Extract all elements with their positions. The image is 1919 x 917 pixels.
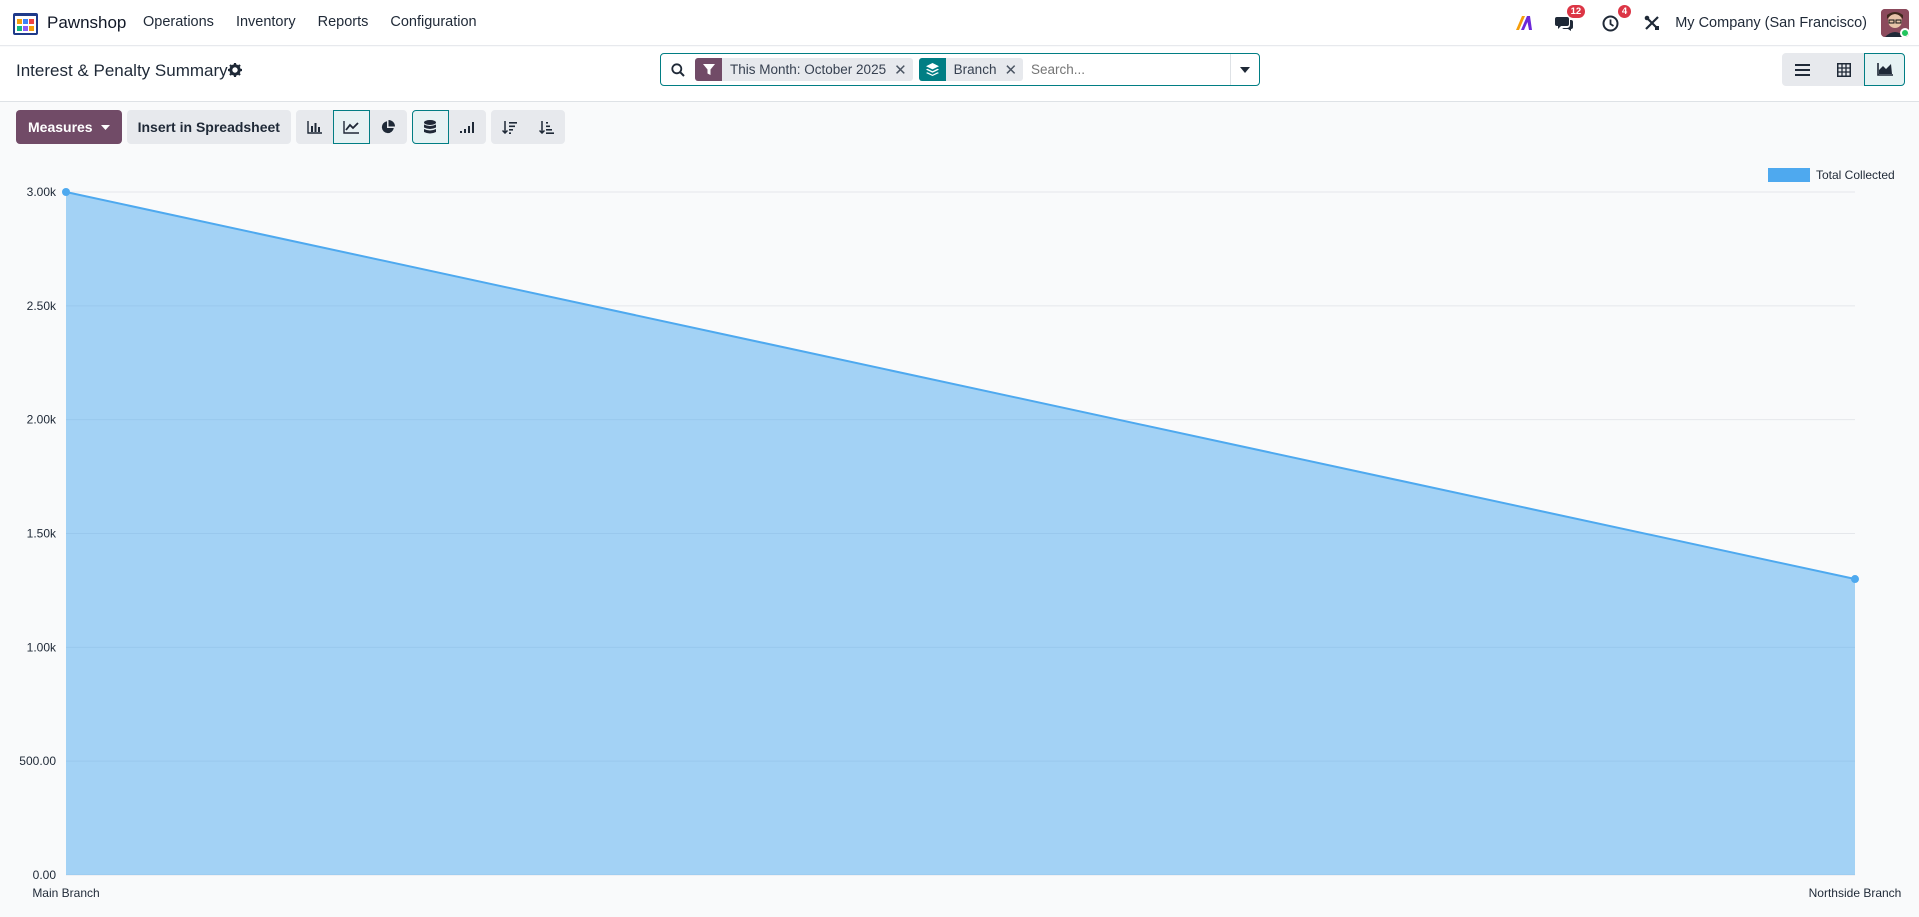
data-point[interactable] xyxy=(62,188,70,196)
filter-facet-label: This Month: October 2025 xyxy=(730,62,887,77)
data-point[interactable] xyxy=(1851,575,1859,584)
measures-dropdown-button[interactable]: Measures xyxy=(16,110,122,144)
pie-chart-icon[interactable] xyxy=(369,110,407,144)
search-icon[interactable] xyxy=(671,62,685,77)
menu-item-configuration[interactable]: Configuration xyxy=(390,14,476,30)
company-switcher[interactable]: My Company (San Francisco) xyxy=(1675,15,1867,31)
groupby-facet[interactable]: Branch ✕ xyxy=(918,58,1024,81)
menu-item-inventory[interactable]: Inventory xyxy=(236,14,296,30)
view-switcher xyxy=(1782,53,1905,86)
insert-in-spreadsheet-button[interactable]: Insert in Spreadsheet xyxy=(126,110,291,144)
navbar-systray: 12 4 My Company (San Francisco) xyxy=(1513,0,1919,46)
x-tick-label: Main Branch xyxy=(32,886,99,900)
cumulative-icon[interactable] xyxy=(448,110,486,144)
chart-legend[interactable]: Total Collected xyxy=(1768,168,1895,182)
search-input[interactable] xyxy=(1031,62,1232,77)
messages-icon[interactable]: 12 xyxy=(1553,5,1586,34)
remove-filter-close-icon[interactable]: ✕ xyxy=(894,61,913,79)
search-bar[interactable]: This Month: October 2025 ✕ Branch ✕ xyxy=(660,53,1260,86)
sort-ascending-icon[interactable] xyxy=(527,110,565,144)
area-chart: 0.00 500.00 1.00k 1.50k 2.00k 2.50k 3.00k Main … xyxy=(19,185,1902,900)
sort-group xyxy=(490,110,565,144)
graph-toolbar: Measures Insert in Spreadsheet xyxy=(16,110,565,144)
online-status-dot xyxy=(1900,28,1909,37)
legend-swatch xyxy=(1768,168,1810,182)
y-tick-label: 0.00 xyxy=(33,868,57,882)
user-avatar[interactable] xyxy=(1881,9,1909,37)
group-layers-icon xyxy=(918,58,946,81)
pivot-view-icon[interactable] xyxy=(1823,53,1864,86)
menu-item-reports[interactable]: Reports xyxy=(318,14,369,30)
gear-icon[interactable] xyxy=(228,63,242,82)
y-tick-label: 3.00k xyxy=(27,185,57,199)
sort-descending-icon[interactable] xyxy=(490,110,528,144)
chevron-down-icon xyxy=(100,124,110,130)
app-logo-icon[interactable] xyxy=(12,10,39,37)
messages-badge: 12 xyxy=(1566,5,1586,18)
legend-label: Total Collected xyxy=(1816,168,1895,182)
app-name[interactable]: Pawnshop xyxy=(47,13,126,33)
filter-icon xyxy=(695,58,722,81)
series-area xyxy=(66,192,1855,875)
list-view-icon[interactable] xyxy=(1782,53,1823,86)
chart-type-group xyxy=(295,110,407,144)
chart-mode-group xyxy=(411,110,486,144)
line-chart-icon[interactable] xyxy=(332,110,370,144)
y-tick-label: 500.00 xyxy=(19,754,56,768)
page-title: Interest & Penalty Summary xyxy=(16,61,228,80)
remove-groupby-close-icon[interactable]: ✕ xyxy=(1004,61,1023,79)
y-tick-label: 1.50k xyxy=(27,527,57,541)
search-options-chevron-down-icon[interactable] xyxy=(1230,54,1259,85)
activities-clock-icon[interactable]: 4 xyxy=(1599,5,1632,34)
groupby-facet-label: Branch xyxy=(953,62,997,77)
activities-badge: 4 xyxy=(1617,5,1632,18)
control-panel: Interest & Penalty Summary This Month: O… xyxy=(0,47,1919,102)
stacked-database-icon[interactable] xyxy=(411,110,449,144)
measures-label: Measures xyxy=(28,119,93,135)
y-tick-label: 2.50k xyxy=(27,299,57,313)
graph-view-icon[interactable] xyxy=(1864,53,1905,86)
top-navbar: Pawnshop Operations Inventory Reports Co… xyxy=(0,0,1919,46)
menu-item-operations[interactable]: Operations xyxy=(143,14,214,30)
debug-tools-icon[interactable] xyxy=(1641,12,1663,34)
ai-assistant-icon[interactable] xyxy=(1513,12,1535,34)
y-tick-label: 1.00k xyxy=(27,640,57,654)
main-menu: Operations Inventory Reports Configurati… xyxy=(143,14,499,30)
bar-chart-icon[interactable] xyxy=(295,110,333,144)
y-tick-label: 2.00k xyxy=(27,413,57,427)
filter-facet[interactable]: This Month: October 2025 ✕ xyxy=(695,58,913,81)
x-tick-label: Northside Branch xyxy=(1809,886,1902,900)
